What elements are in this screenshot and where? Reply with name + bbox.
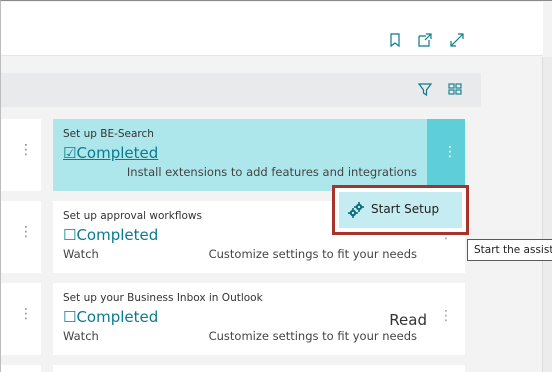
completed-checkbox[interactable]: ☐Completed (63, 308, 158, 326)
watch-link[interactable]: Watch (63, 329, 99, 343)
more-options-icon[interactable]: ⋮ (19, 143, 33, 157)
list-item[interactable]: Set up BE-Search ☑Completed Install exte… (53, 119, 465, 191)
page-header (1, 2, 543, 56)
filter-icon[interactable] (417, 81, 433, 97)
read-link[interactable]: Read (389, 311, 427, 329)
list-item[interactable] (1, 365, 41, 372)
more-options-icon[interactable]: ⋮ (19, 225, 33, 239)
expand-icon[interactable] (449, 32, 465, 48)
open-in-new-window-icon[interactable] (417, 32, 433, 48)
more-options-icon[interactable]: ⋮ (19, 307, 33, 321)
context-menu: Start Setup (332, 185, 469, 235)
watch-link[interactable]: Watch (63, 247, 99, 261)
list-item[interactable]: Set up your Business Inbox in Outlook ☐C… (53, 283, 465, 355)
list-item[interactable]: ⋮ (1, 201, 41, 273)
vertical-scrollbar[interactable] (542, 57, 552, 372)
more-options-icon: ⋮ (443, 144, 457, 160)
start-setup-menu-item[interactable]: Start Setup (339, 192, 462, 228)
tooltip: Start the assist (467, 239, 552, 261)
card-title: Set up BE-Search (63, 128, 154, 140)
puzzle-setup-icon (347, 201, 365, 219)
card-description: Customize settings to fit your needs (208, 329, 417, 343)
card-title: Set up your Business Inbox in Outlook (63, 292, 263, 304)
card-description: Install extensions to add features and i… (126, 165, 417, 179)
start-setup-label: Start Setup (371, 202, 440, 216)
list-item[interactable] (53, 365, 465, 372)
card-description: Customize settings to fit your needs (208, 247, 417, 261)
bookmark-icon[interactable] (387, 32, 403, 48)
completed-checkbox[interactable]: ☐Completed (63, 226, 158, 244)
more-options-icon[interactable]: ⋮ (439, 309, 453, 323)
action-bar (1, 73, 481, 107)
list-item[interactable]: ⋮ (1, 119, 41, 191)
card-title: Set up approval workflows (63, 210, 202, 222)
list-item[interactable]: ⋮ (1, 283, 41, 355)
layout-switch-icon[interactable] (447, 81, 463, 97)
app-frame: ⋮ Set up BE-Search ☑Completed Install ex… (0, 0, 552, 372)
card-more-actions-button[interactable]: ⋮ (427, 119, 465, 191)
completed-checkbox[interactable]: ☑Completed (63, 144, 158, 162)
